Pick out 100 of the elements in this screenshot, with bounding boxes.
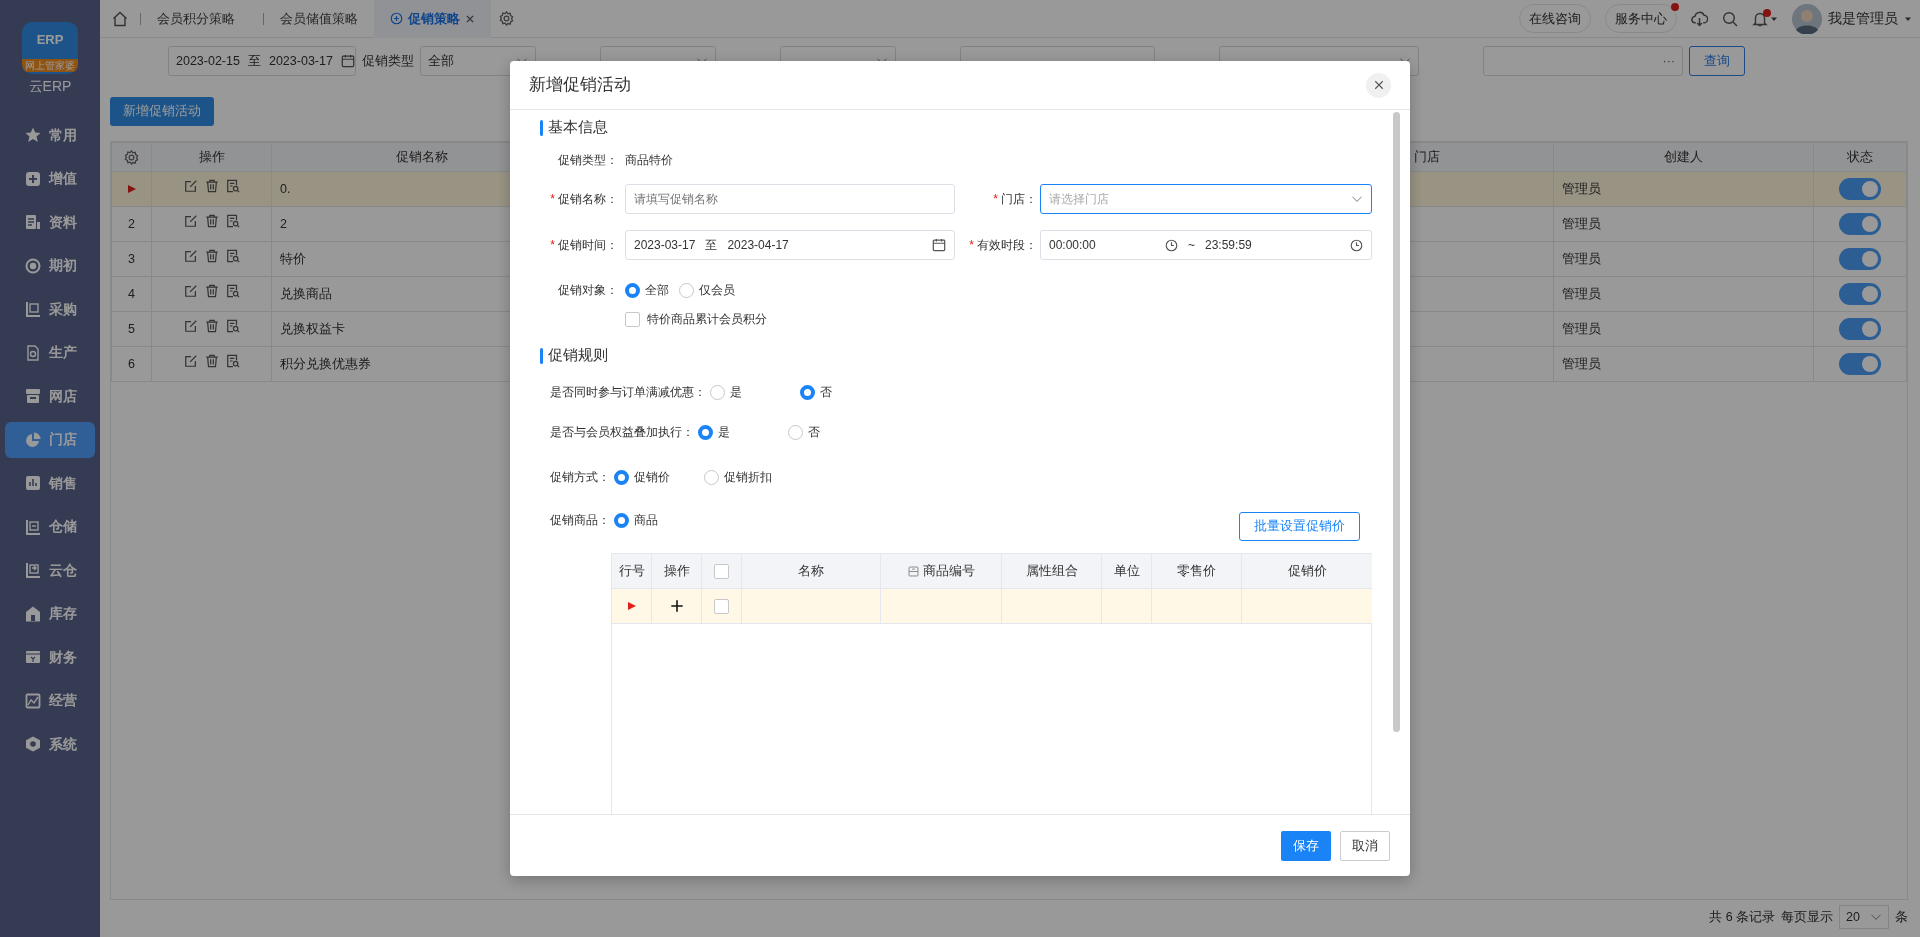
radio-button[interactable] — [614, 469, 629, 485]
checkbox[interactable] — [714, 563, 729, 579]
table-cell: 兑换商品 — [280, 286, 332, 301]
settings-icon[interactable] — [124, 150, 139, 166]
radio-button[interactable] — [800, 384, 815, 400]
query-button[interactable]: 查询 — [1689, 46, 1745, 76]
trash-icon[interactable] — [204, 179, 219, 194]
edit-icon[interactable] — [183, 284, 198, 299]
name-field[interactable]: 请填写促销名称 — [625, 184, 955, 214]
toggle-switch[interactable] — [1839, 213, 1881, 235]
trash-icon[interactable] — [204, 319, 219, 334]
trash-icon[interactable] — [204, 214, 219, 229]
sidebar-item[interactable]: 采购 — [5, 291, 95, 327]
radio-label[interactable]: 仅会员 — [699, 281, 735, 299]
toggle-switch[interactable] — [1839, 283, 1881, 305]
close-icon[interactable] — [1373, 80, 1384, 90]
page-size-select[interactable]: 20 — [1839, 905, 1889, 929]
avatar[interactable] — [1792, 3, 1822, 34]
select-field[interactable]: 全部 — [420, 46, 536, 76]
picker-field[interactable]: ··· — [1483, 46, 1683, 76]
toggle-switch[interactable] — [1839, 318, 1881, 340]
sidebar-item[interactable]: 常用 — [5, 117, 95, 153]
toggle-switch[interactable] — [1839, 248, 1881, 270]
sidebar-item[interactable]: 增值 — [5, 160, 95, 197]
radio-label[interactable]: 否 — [820, 383, 832, 401]
sidebar-item[interactable]: 销售 — [5, 465, 95, 501]
sidebar-item[interactable]: 系统 — [5, 726, 95, 762]
range-separator: 至 — [705, 237, 718, 254]
clock-icon[interactable] — [1165, 238, 1178, 252]
edit-icon[interactable] — [183, 214, 198, 229]
edit-icon[interactable] — [183, 319, 198, 334]
search-icon[interactable] — [1722, 10, 1738, 27]
radio-button[interactable] — [614, 512, 629, 528]
sidebar-item[interactable]: 经营 — [5, 682, 95, 719]
radio-button[interactable] — [710, 384, 725, 400]
toggle-switch[interactable] — [1839, 353, 1881, 375]
scrollbar[interactable] — [1393, 112, 1400, 732]
logo-ribbon: 网上管家婆 — [22, 59, 78, 72]
clock-icon[interactable] — [1350, 238, 1363, 252]
sidebar-item[interactable]: 网店 — [5, 378, 95, 414]
calendar-icon[interactable] — [340, 54, 355, 68]
sidebar-item[interactable]: 库存 — [5, 595, 95, 632]
toggle-switch[interactable] — [1839, 178, 1881, 200]
edit-icon[interactable] — [183, 179, 198, 194]
sidebar-item[interactable]: 仓储 — [5, 508, 95, 545]
sidebar-item[interactable]: 期初 — [5, 247, 95, 284]
radio-button[interactable] — [788, 424, 803, 440]
time-range-field[interactable]: 00:00:00 ~ 23:59:59 — [1040, 230, 1372, 260]
tab[interactable]: 会员积分策略 — [141, 0, 251, 38]
preview-icon[interactable] — [225, 179, 240, 194]
radio-button[interactable] — [679, 282, 694, 298]
sidebar-item[interactable]: 资料 — [5, 204, 95, 240]
trash-icon[interactable] — [204, 249, 219, 264]
cancel-button[interactable]: 取消 — [1340, 830, 1390, 861]
date-range-field[interactable]: 2023-03-17 至 2023-04-17 — [625, 230, 955, 260]
radio-label[interactable]: 促销折扣 — [724, 468, 772, 486]
preview-icon[interactable] — [225, 249, 240, 264]
radio-button[interactable] — [698, 424, 713, 440]
edit-icon[interactable] — [183, 249, 198, 264]
radio-label[interactable]: 商品 — [634, 511, 658, 529]
new-promotion-button[interactable]: 新增促销活动 — [110, 97, 214, 126]
checkbox[interactable] — [714, 598, 729, 614]
edit-icon[interactable] — [183, 354, 198, 369]
sidebar-item[interactable]: 生产 — [5, 334, 95, 371]
settings-icon[interactable] — [499, 11, 514, 26]
sidebar-item[interactable]: 门店 — [5, 421, 95, 458]
column-header: 门店 — [1414, 149, 1440, 165]
sidebar-item[interactable]: 云仓 — [5, 552, 95, 588]
trash-icon[interactable] — [204, 284, 219, 299]
user-name[interactable]: 我是管理员 — [1828, 8, 1898, 29]
preview-icon[interactable] — [225, 214, 240, 229]
tab[interactable]: 会员储值策略 — [264, 0, 374, 38]
save-button[interactable]: 保存 — [1281, 830, 1331, 861]
batch-price-button[interactable]: 批量设置促销价 — [1239, 511, 1360, 541]
preview-icon[interactable] — [225, 284, 240, 299]
table-cell: 特价 — [280, 251, 306, 266]
date-range-field[interactable]: 2023-02-15 至 2023-03-17 — [168, 46, 356, 76]
checkbox-label[interactable]: 特价商品累计会员积分 — [647, 310, 767, 328]
trash-icon[interactable] — [204, 354, 219, 369]
radio-label[interactable]: 全部 — [645, 281, 669, 299]
radio-label[interactable]: 是 — [730, 383, 742, 401]
radio-label[interactable]: 是 — [718, 423, 730, 441]
calendar-icon[interactable] — [932, 238, 946, 252]
store-select[interactable]: 请选择门店 — [1040, 184, 1372, 214]
tab[interactable]: 促销策略 — [374, 0, 491, 38]
cloud-download-icon[interactable] — [1691, 10, 1708, 27]
home-icon[interactable] — [112, 10, 128, 27]
add-icon[interactable] — [669, 599, 684, 613]
close-icon[interactable] — [465, 13, 475, 24]
preview-icon[interactable] — [225, 319, 240, 334]
radio-label[interactable]: 促销价 — [634, 468, 670, 486]
radio-button[interactable] — [704, 469, 719, 485]
bell-icon[interactable] — [1752, 10, 1768, 27]
sidebar-item[interactable]: 财务 — [5, 639, 95, 675]
radio-button[interactable] — [625, 282, 640, 298]
close-button[interactable] — [1366, 72, 1391, 98]
checkbox[interactable] — [625, 311, 640, 327]
radio-label[interactable]: 否 — [808, 423, 820, 441]
section-title: 基本信息 — [548, 118, 608, 138]
preview-icon[interactable] — [225, 354, 240, 369]
